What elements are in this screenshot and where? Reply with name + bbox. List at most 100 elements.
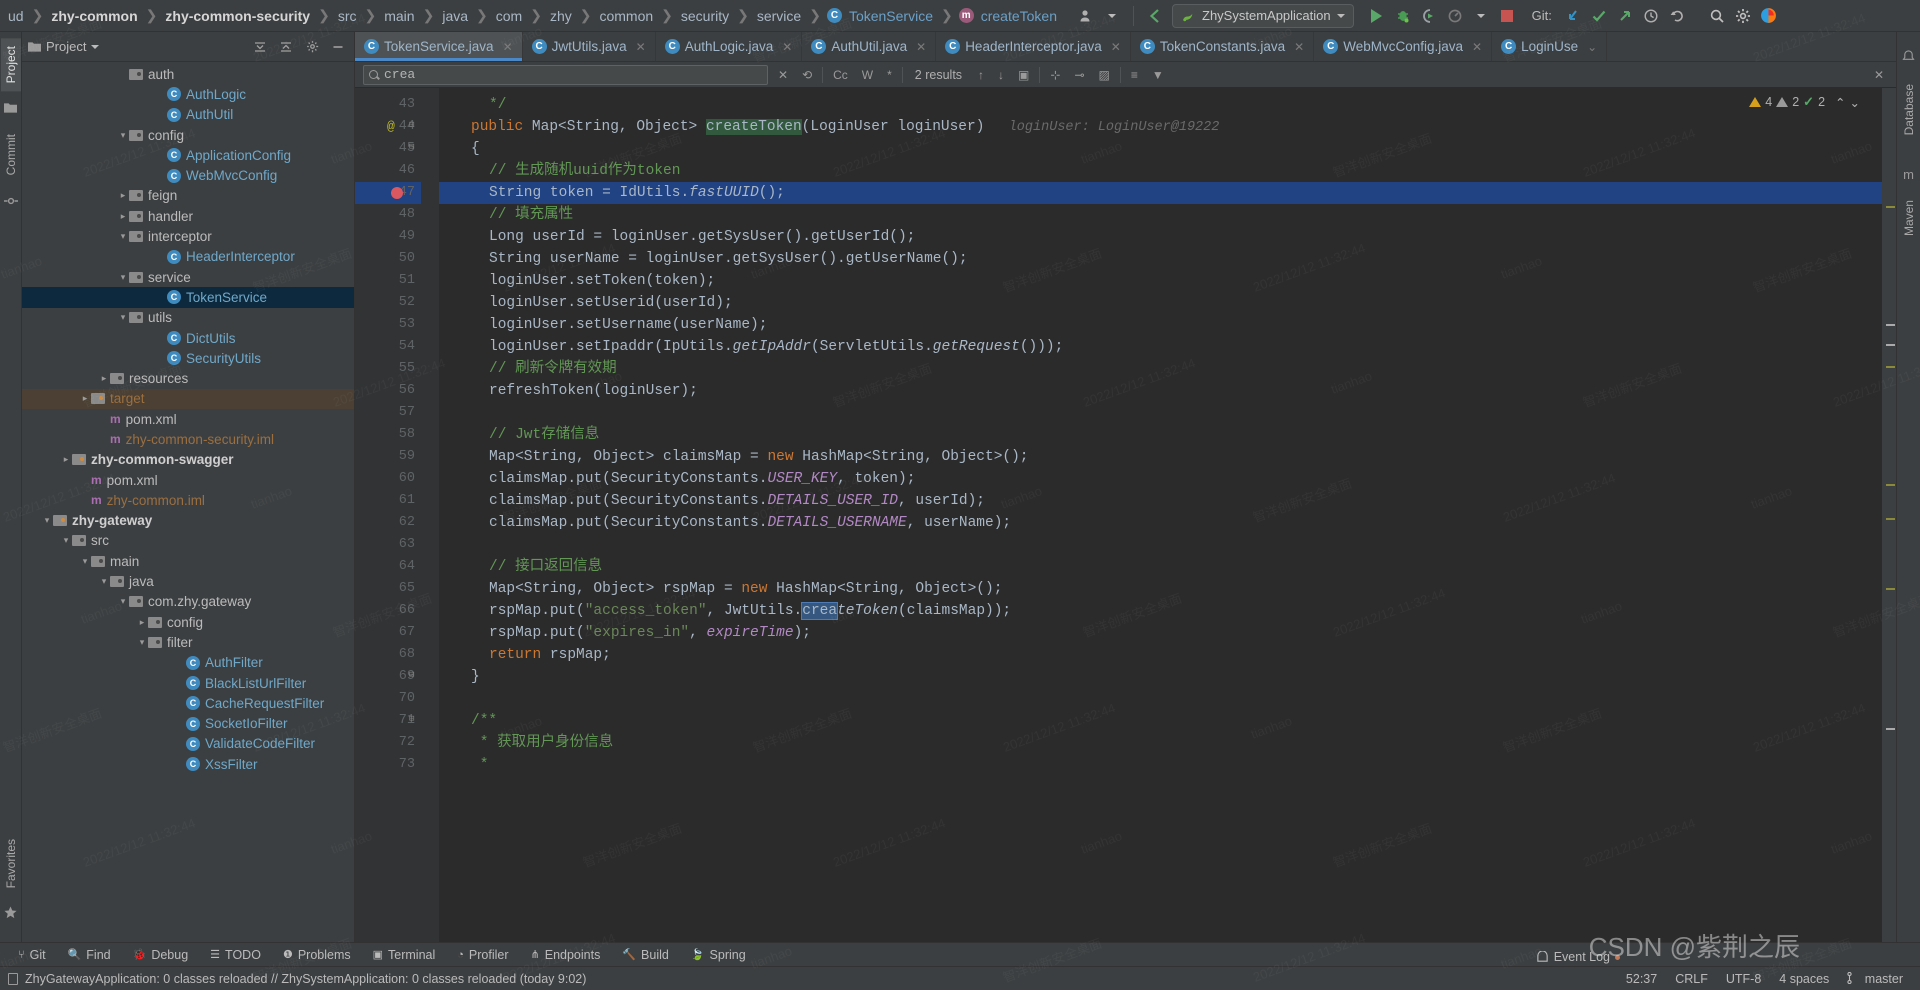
run-icon[interactable]	[1364, 4, 1390, 28]
git-update-icon[interactable]	[1560, 4, 1586, 28]
chevron-down-icon[interactable]: ▾	[117, 272, 129, 283]
chevron-down-icon[interactable]: ▾	[98, 576, 110, 587]
tree-item-cacherequestfilter[interactable]: CCacheRequestFilter	[22, 693, 354, 713]
sidebar-tab-project[interactable]: Project	[1, 38, 21, 91]
breadcrumb-item-security[interactable]: security	[679, 8, 731, 24]
regex-toggle[interactable]: *	[883, 68, 896, 82]
sidebar-tab-commit[interactable]: Commit	[1, 126, 21, 183]
gear-icon[interactable]	[1730, 4, 1756, 28]
breadcrumb-item-createtoken[interactable]: mcreateToken	[959, 8, 1059, 24]
tree-item-pom-xml[interactable]: mpom.xml	[22, 409, 354, 429]
search-icon[interactable]	[1704, 4, 1730, 28]
maven-icon[interactable]: m	[1903, 167, 1914, 182]
tree-item-handler[interactable]: ▸handler	[22, 206, 354, 226]
tree-item-validatecodefilter[interactable]: CValidateCodeFilter	[22, 734, 354, 754]
tree-item-securityutils[interactable]: CSecurityUtils	[22, 348, 354, 368]
chevron-down-icon[interactable]: ▾	[117, 596, 129, 607]
breadcrumb-item-service[interactable]: service	[755, 8, 803, 24]
tool-window-debug[interactable]: 🐞Debug	[123, 944, 199, 966]
line-separator[interactable]: CRLF	[1666, 972, 1717, 986]
chevron-down-icon[interactable]: ⌄	[1587, 40, 1597, 54]
file-encoding[interactable]: UTF-8	[1717, 972, 1770, 986]
tool-window-todo[interactable]: ☰TODO	[200, 944, 271, 966]
tree-item-zhy-common-swagger[interactable]: ▸zhy-common-swagger	[22, 450, 354, 470]
breakpoint-icon[interactable]	[391, 187, 403, 199]
tool-window-terminal[interactable]: ▣Terminal	[363, 944, 446, 966]
tool-window-spring[interactable]: 🍃Spring	[681, 944, 756, 966]
gear-icon[interactable]	[302, 37, 322, 57]
error-stripe-marker-bar[interactable]	[1882, 88, 1896, 942]
editor-tab-authutil-java[interactable]: CAuthUtil.java✕	[802, 32, 936, 61]
tree-item-zhy-common-iml[interactable]: mzhy-common.iml	[22, 490, 354, 510]
chevron-right-icon[interactable]: ▸	[117, 211, 129, 222]
editor-tab-headerinterceptor-java[interactable]: CHeaderInterceptor.java✕	[936, 32, 1131, 61]
git-branch[interactable]: master	[1838, 972, 1912, 986]
editor-tab-tokenservice-java[interactable]: CTokenService.java✕	[355, 32, 523, 61]
project-panel-title[interactable]: Project	[28, 39, 99, 54]
tree-item-applicationconfig[interactable]: CApplicationConfig	[22, 145, 354, 165]
tool-window-problems[interactable]: ❶Problems	[273, 944, 361, 966]
tool-window-profiler[interactable]: ◔Profiler	[447, 944, 518, 966]
tree-item-target[interactable]: ▸target	[22, 389, 354, 409]
tree-item-authlogic[interactable]: CAuthLogic	[22, 84, 354, 104]
source-code[interactable]: */public Map<String, Object> createToken…	[439, 88, 1882, 942]
idea-logo-icon[interactable]	[1756, 4, 1782, 28]
close-icon[interactable]: ✕	[636, 40, 646, 54]
editor-tab-authlogic-java[interactable]: CAuthLogic.java✕	[656, 32, 803, 61]
clear-icon[interactable]: ✕	[774, 68, 792, 82]
sidebar-tab-database[interactable]: Database	[1899, 76, 1919, 143]
tree-item-feign[interactable]: ▸feign	[22, 186, 354, 206]
chevron-down-icon[interactable]: ▾	[79, 556, 91, 567]
breadcrumb-item-zhy-common-security[interactable]: zhy-common-security	[163, 8, 312, 24]
notifications-icon[interactable]	[1902, 50, 1915, 66]
collapse-all-icon[interactable]	[250, 37, 270, 57]
rollback-icon[interactable]	[1664, 4, 1690, 28]
tree-item-blacklisturlfilter[interactable]: CBlackListUrlFilter	[22, 673, 354, 693]
tree-item-auth[interactable]: auth	[22, 64, 354, 84]
tree-item-config[interactable]: ▸config	[22, 612, 354, 632]
git-push-icon[interactable]	[1612, 4, 1638, 28]
close-icon[interactable]: ✕	[1111, 40, 1121, 54]
tree-item-dictutils[interactable]: CDictUtils	[22, 328, 354, 348]
chevron-down-icon[interactable]: ▾	[41, 515, 53, 526]
tree-item-zhy-gateway[interactable]: ▾zhy-gateway	[22, 511, 354, 531]
tree-item-filter[interactable]: ▾filter	[22, 632, 354, 652]
close-icon[interactable]: ✕	[1870, 68, 1888, 82]
sidebar-tab-favorites[interactable]: Favorites	[1, 831, 21, 896]
tree-item-main[interactable]: ▾main	[22, 551, 354, 571]
back-arrow-icon[interactable]	[1142, 4, 1168, 28]
editor-tab-tokenconstants-java[interactable]: CTokenConstants.java✕	[1131, 32, 1314, 61]
close-icon[interactable]: ✕	[1472, 40, 1482, 54]
prev-match-icon[interactable]: ↑	[974, 68, 988, 82]
match-case-toggle[interactable]: Cc	[829, 68, 852, 82]
breadcrumb-item-zhy[interactable]: zhy	[548, 8, 574, 24]
tree-item-utils[interactable]: ▾utils	[22, 308, 354, 328]
tree-item-socketiofilter[interactable]: CSocketIoFilter	[22, 714, 354, 734]
editor-tab-webmvcconfig-java[interactable]: CWebMvcConfig.java✕	[1314, 32, 1492, 61]
chevron-down-icon[interactable]	[1468, 4, 1494, 28]
find-input[interactable]: crea	[363, 65, 768, 85]
chevron-right-icon[interactable]: ▸	[98, 373, 110, 384]
breadcrumb-item-tokenservice[interactable]: CTokenService	[827, 8, 935, 24]
code-fold-icon[interactable]: ⊟	[409, 670, 414, 680]
options-icon[interactable]: ≡	[1127, 68, 1142, 82]
remove-line-icon[interactable]: ⊸	[1070, 68, 1088, 82]
tree-item-interceptor[interactable]: ▾interceptor	[22, 226, 354, 246]
filter-icon[interactable]: ▼	[1148, 68, 1168, 82]
indent-setting[interactable]: 4 spaces	[1770, 972, 1838, 986]
profiler-icon[interactable]	[1442, 4, 1468, 28]
chevron-down-icon[interactable]: ▾	[117, 312, 129, 323]
user-icon[interactable]	[1073, 4, 1099, 28]
chevron-down-icon[interactable]: ▾	[117, 231, 129, 242]
tool-window-endpoints[interactable]: ⋔Endpoints	[521, 944, 611, 966]
code-fold-icon[interactable]: ⊟	[409, 142, 414, 152]
run-with-coverage-icon[interactable]	[1416, 4, 1442, 28]
add-line-icon[interactable]: ⊹	[1046, 68, 1064, 82]
next-match-icon[interactable]: ↓	[994, 68, 1008, 82]
chevron-down-icon[interactable]: ▾	[117, 130, 129, 141]
tree-item-src[interactable]: ▾src	[22, 531, 354, 551]
annotation-gutter-icon[interactable]: @	[387, 119, 395, 134]
breadcrumb-item-zhy-common[interactable]: zhy-common	[49, 8, 139, 24]
tool-window-git[interactable]: ⑂Git	[8, 944, 56, 966]
select-all-occurrences-icon[interactable]: ▣	[1014, 68, 1033, 82]
